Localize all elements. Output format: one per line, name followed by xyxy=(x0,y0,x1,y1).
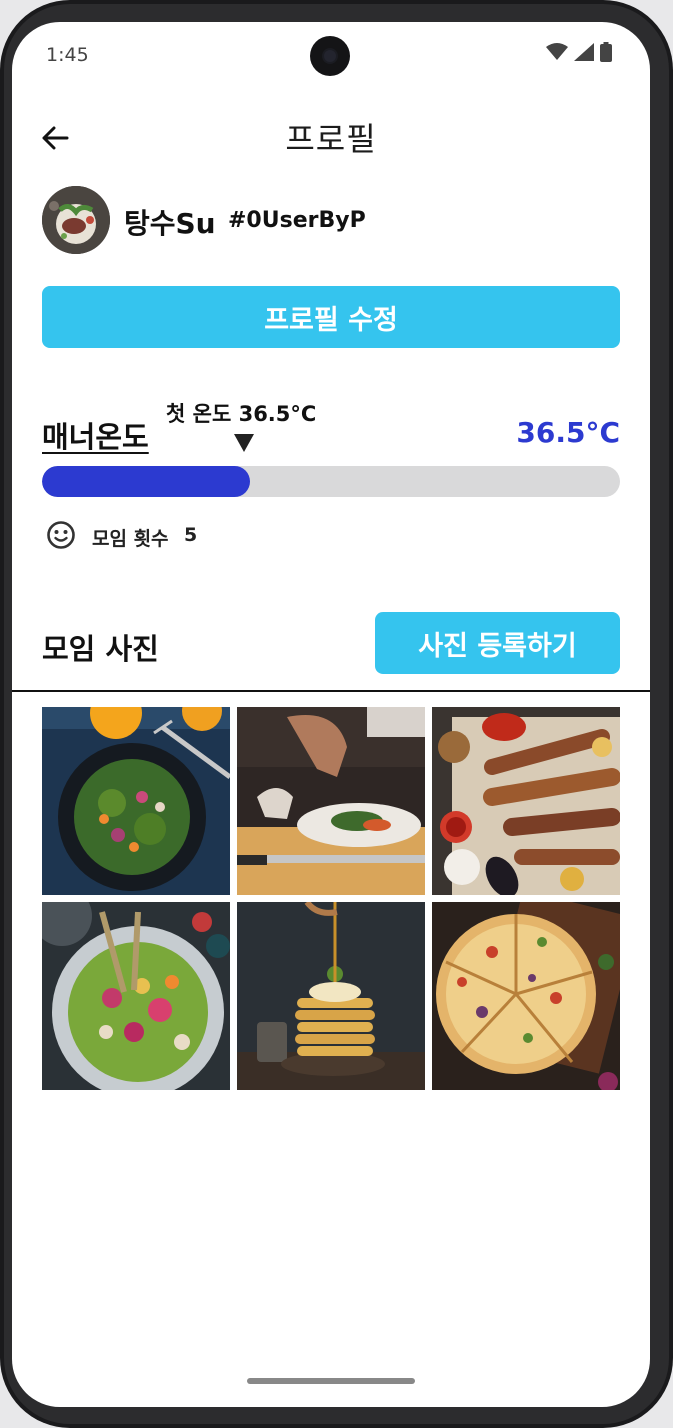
photos-section-title: 모임 사진 xyxy=(42,632,159,666)
home-indicator[interactable] xyxy=(247,1378,415,1384)
app-screen: 1:45 프로필 탕수Su #0UserByP 프로필 수정 매너온도 첫 온도… xyxy=(12,22,650,1407)
first-temperature-label: 첫 온도 36.5°C xyxy=(166,402,317,426)
temperature-bar xyxy=(42,466,620,497)
avatar[interactable] xyxy=(42,186,110,254)
photo-grid xyxy=(42,707,620,1090)
meet-count-value: 5 xyxy=(184,524,198,546)
user-tag: #0UserByP xyxy=(228,208,366,233)
photo-thumbnail[interactable] xyxy=(42,707,230,895)
edit-profile-button[interactable]: 프로필 수정 xyxy=(42,286,620,348)
photo-thumbnail[interactable] xyxy=(42,902,230,1090)
photo-thumbnail[interactable] xyxy=(237,902,425,1090)
meet-count-label: 모임 횟수 xyxy=(92,528,169,550)
first-temperature-marker xyxy=(234,434,254,452)
wifi-icon xyxy=(546,43,568,60)
smile-icon xyxy=(47,521,75,549)
upload-photo-button[interactable]: 사진 등록하기 xyxy=(375,612,620,674)
page-title: 프로필 xyxy=(285,120,377,158)
photo-thumbnail[interactable] xyxy=(237,707,425,895)
phone-frame: 1:45 프로필 탕수Su #0UserByP 프로필 수정 매너온도 첫 온도… xyxy=(0,0,673,1428)
battery-icon xyxy=(600,42,612,62)
photo-thumbnail[interactable] xyxy=(432,707,620,895)
front-camera xyxy=(310,36,350,76)
status-icons xyxy=(546,42,612,62)
status-time: 1:45 xyxy=(46,44,89,66)
signal-icon xyxy=(574,43,594,61)
manner-temperature-label[interactable]: 매너온도 xyxy=(42,414,149,456)
temperature-value: 36.5°C xyxy=(516,416,620,449)
user-name: 탕수Su xyxy=(124,207,216,240)
photo-thumbnail[interactable] xyxy=(432,902,620,1090)
section-divider xyxy=(12,690,650,692)
temperature-bar-fill xyxy=(42,466,251,497)
